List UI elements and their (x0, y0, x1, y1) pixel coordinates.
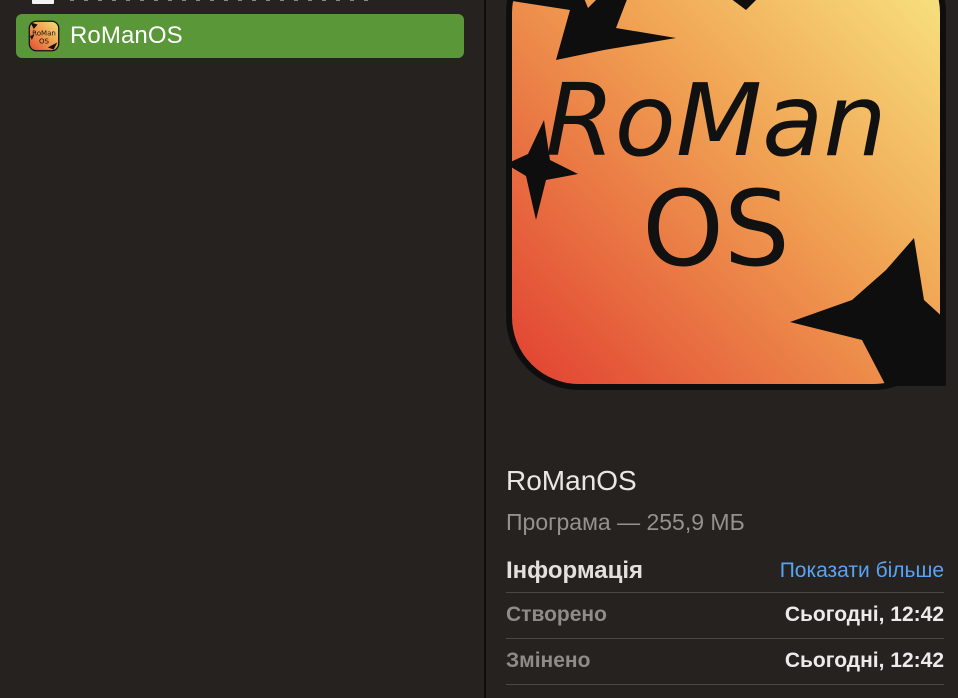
info-row-modified: Змінено Сьогодні, 12:42 (506, 638, 944, 684)
file-list-pane[interactable]: RoMan OS RoManOS (0, 0, 484, 698)
item-kind-size: Програма — 255,9 МБ (506, 509, 745, 535)
info-row-cropped (506, 684, 944, 698)
icon-text-os: OS (642, 168, 790, 290)
svg-text:RoMan: RoMan (32, 28, 56, 37)
info-row-created: Створено Сьогодні, 12:42 (506, 592, 944, 638)
item-name: RoManOS (506, 465, 637, 496)
list-item[interactable] (16, 0, 464, 4)
info-section-title: Інформація (506, 557, 644, 584)
app-icon: RoMan OS (28, 20, 60, 52)
finder-window: RoMan OS RoManOS RoMan OS RoManOS Програ… (0, 0, 958, 698)
list-item-label-cropped (70, 0, 370, 4)
show-more-link[interactable]: Показати більше (780, 554, 944, 588)
info-key: Створено (506, 603, 607, 626)
document-icon (32, 0, 54, 4)
preview-pane: RoMan OS RoManOS Програма — 255,9 МБ Інф… (486, 0, 958, 698)
info-value: Сьогодні, 12:42 (784, 649, 944, 672)
svg-text:OS: OS (39, 37, 50, 46)
icon-text-romanos: RoMan (545, 62, 887, 179)
list-item-label: RoManOS (70, 22, 183, 49)
selected-list-item[interactable]: RoMan OS RoManOS (16, 14, 464, 58)
info-key: Змінено (506, 649, 591, 672)
info-section-header: Інформація Показати більше (506, 554, 944, 588)
app-icon-preview: RoMan OS (506, 0, 946, 390)
info-value: Сьогодні, 12:42 (784, 603, 944, 626)
